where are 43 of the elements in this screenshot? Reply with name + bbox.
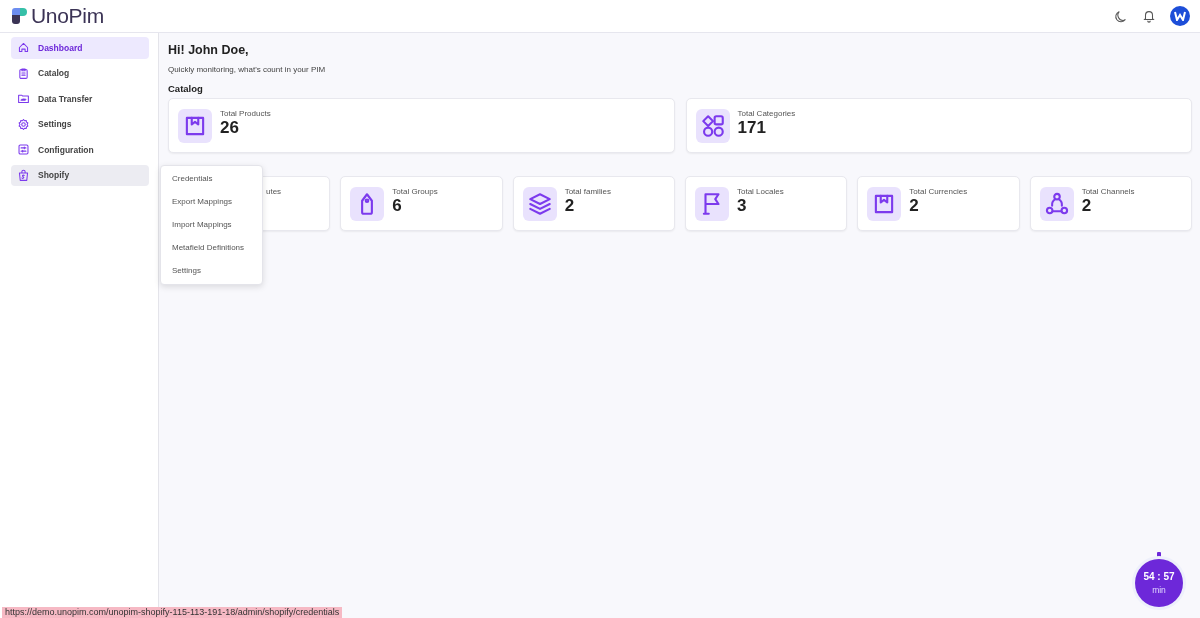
sliders-icon bbox=[17, 143, 30, 157]
menu-item[interactable]: Metafield Definitions bbox=[161, 236, 262, 259]
section-heading: Catalog bbox=[168, 83, 204, 94]
user-avatar[interactable] bbox=[1170, 6, 1190, 26]
stat-label: Total Groups bbox=[392, 187, 438, 196]
menu-item[interactable]: Settings bbox=[161, 259, 262, 282]
shopping-bag-icon bbox=[17, 168, 30, 182]
greeting: Hi! John Doe, bbox=[168, 43, 250, 59]
folder-arrows-icon bbox=[17, 92, 30, 106]
moon-icon[interactable] bbox=[1114, 9, 1128, 23]
stat-value: 2 bbox=[1081, 196, 1093, 216]
stat-label: Total Products bbox=[220, 109, 271, 118]
stat-value: 2 bbox=[909, 196, 920, 216]
menu-item[interactable]: Import Mappings bbox=[161, 213, 262, 236]
sidebar-item[interactable]: Configuration bbox=[11, 139, 149, 161]
avatar-logo-icon bbox=[1174, 11, 1186, 21]
stat-label: Total families bbox=[564, 187, 611, 196]
menu-item[interactable]: Export Mappings bbox=[161, 190, 262, 213]
stat-value: 2 bbox=[564, 196, 576, 216]
stat-label: Total Currencies bbox=[909, 187, 968, 196]
clipboard-icon bbox=[17, 66, 30, 80]
stat-value: 3 bbox=[737, 196, 748, 216]
sidebar-item[interactable]: Dashboard bbox=[11, 37, 149, 59]
stat-label: utes bbox=[266, 187, 282, 196]
sidebar-item[interactable]: Shopify bbox=[11, 164, 149, 186]
stat-label: Total Locales bbox=[737, 187, 784, 196]
logo-icon bbox=[10, 7, 28, 25]
logo-text: UnoPim bbox=[31, 4, 104, 28]
sidebar-item[interactable]: Data Transfer bbox=[11, 88, 149, 110]
sidebar-item[interactable]: Settings bbox=[11, 113, 149, 135]
stat-label: Total Channels bbox=[1081, 187, 1135, 196]
subtitle: Quickly monitoring, what's count in your PIM bbox=[168, 65, 327, 74]
home-icon bbox=[17, 41, 30, 55]
notification-icon[interactable] bbox=[1142, 9, 1156, 23]
sidebar-item[interactable]: Catalog bbox=[11, 62, 149, 84]
stat-value: 26 bbox=[220, 118, 240, 138]
settings-icon bbox=[17, 117, 30, 131]
stat-label: Total Categories bbox=[737, 109, 796, 118]
menu-item[interactable]: Credentials bbox=[161, 167, 262, 190]
session-timer: 54 : 57 min bbox=[1135, 559, 1183, 607]
stat-value: 6 bbox=[392, 196, 403, 216]
status-url: https://demo.unopim.com/unopim-shopify-115-113-191-18/admin/shopify/credentials bbox=[2, 607, 343, 618]
stat-value: 171 bbox=[737, 118, 767, 138]
